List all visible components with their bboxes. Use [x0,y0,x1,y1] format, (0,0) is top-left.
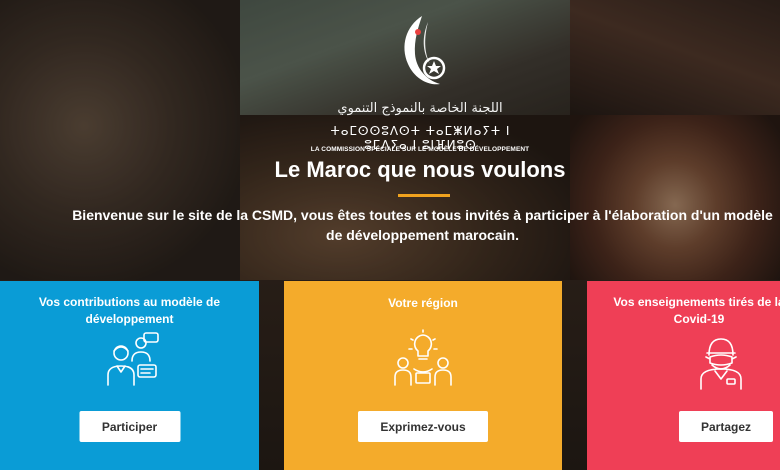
contributions-card-title: Vos contributions au modèle de développe… [38,295,221,326]
welcome-text: Bienvenue sur le site de la CSMD, vous ê… [0,205,780,245]
csmd-logo-icon [404,16,446,85]
regional-community-icon [394,329,452,386]
welcome-text-line2: de développement marocain. [326,227,519,243]
logo-name-french: LA COMMISSION SPÉCIALE SUR LE MODÈLE DE … [310,146,530,153]
participer-button[interactable]: Participer [79,411,180,442]
welcome-text-line1: Bienvenue sur le site de la CSMD, vous ê… [72,207,773,223]
covid-card: Vos enseignements tirés de la Covid-19 P… [587,281,780,470]
people-discussion-icon [106,332,159,386]
partagez-button[interactable]: Partagez [679,411,773,442]
title-underline [398,194,450,197]
logo-name-arabic: اللجنة الخاصة بالنموذج التنموي [337,101,503,116]
page-title: Le Maroc que nous voulons [274,157,566,182]
region-card: Votre région Exprimez-vous [284,281,562,470]
contributions-card: Vos contributions au modèle de développe… [0,281,259,470]
exprimez-vous-button[interactable]: Exprimez-vous [358,411,488,442]
covid-card-title: Vos enseignements tirés de la Covid-19 [613,295,780,326]
region-card-title: Votre région [388,296,458,310]
masked-person-icon [700,338,742,390]
